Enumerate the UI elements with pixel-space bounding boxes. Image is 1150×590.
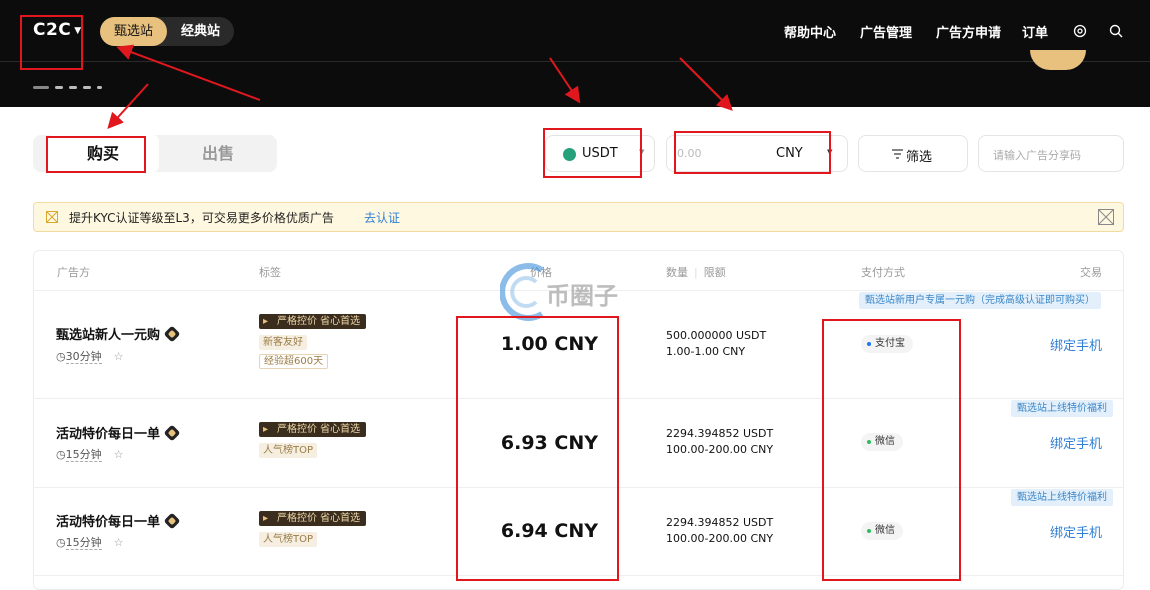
arrow-to-buy: [107, 83, 149, 129]
arrow-to-currency: [679, 57, 733, 111]
arrow-to-coin: [549, 57, 581, 104]
annotation-arrows: [107, 44, 733, 129]
